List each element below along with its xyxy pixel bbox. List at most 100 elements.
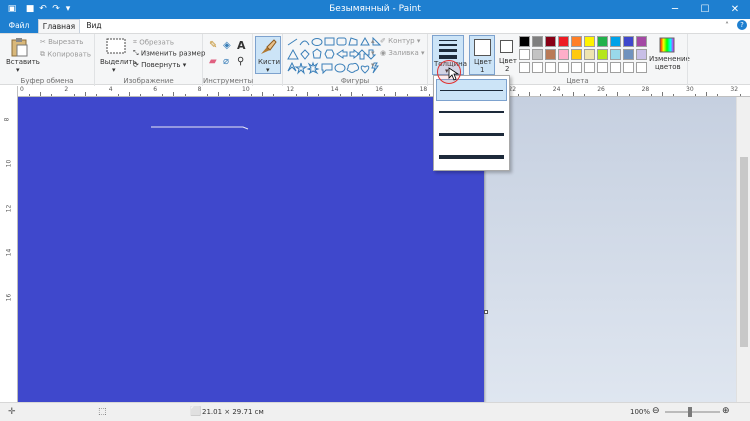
ruler-left-label: 14 [5, 248, 13, 257]
shapes-expand-icon[interactable]: ▾ [371, 61, 375, 69]
size-option-8px[interactable] [436, 148, 507, 170]
window-title: Безымянный - Paint [329, 4, 421, 14]
select-rectangle-icon [106, 38, 126, 54]
paste-button[interactable]: Вставить ▾ [3, 36, 40, 74]
clipboard-group: Вставить ▾ ✂ Вырезать ⧉ Копировать Буфер… [0, 34, 95, 86]
tab-home[interactable]: Главная [38, 19, 80, 33]
ruler-top-label: 6 [153, 86, 158, 93]
tab-file[interactable]: Файл [0, 19, 38, 33]
zoom-slider-track[interactable] [665, 411, 720, 413]
fill-button[interactable]: ◉ Заливка ▾ [380, 49, 425, 57]
ruler-top-label: 0 [20, 86, 24, 93]
crop-label: Обрезать [139, 38, 174, 47]
cursor-position-icon: ✛ [8, 407, 16, 417]
ruler-top-label: 12 [286, 86, 295, 93]
fill-icon: ◉ [380, 49, 387, 57]
fill-bucket-icon[interactable]: ◈ [223, 40, 231, 51]
brush-icon [261, 39, 277, 54]
mouse-pointer-icon [448, 67, 460, 81]
brushes-group: Кисти ▾ [253, 34, 283, 86]
select-dropdown-icon: ▾ [112, 66, 116, 74]
size-line-thickest [439, 55, 457, 59]
zoom-level: 100% [630, 408, 651, 416]
image-group: Выделить ▾ ⌗ Обрезать ⤡ Изменить размер … [95, 34, 205, 86]
ruler-top-label: 14 [330, 86, 339, 93]
crop-button[interactable]: ⌗ Обрезать [133, 38, 174, 47]
clipboard-group-label: Буфер обмена [20, 77, 74, 85]
outline-button[interactable]: ✐ Контур ▾ [380, 37, 420, 45]
scissors-icon: ✂ [40, 38, 46, 46]
image-size-icon: ⬜ [190, 407, 202, 417]
tab-view[interactable]: Вид [80, 19, 108, 33]
outline-label: Контур [388, 37, 415, 45]
copy-button[interactable]: ⧉ Копировать [40, 50, 91, 59]
help-icon[interactable]: ? [737, 20, 747, 30]
fill-label: Заливка [388, 49, 419, 57]
workspace [18, 97, 736, 402]
size-option-3px[interactable] [436, 102, 507, 124]
ruler-top-label: 26 [597, 86, 605, 93]
pencil-icon[interactable]: ✎ [209, 40, 217, 51]
text-icon[interactable]: A [237, 39, 246, 52]
shapes-scroll-up-icon[interactable]: ▴ [371, 37, 375, 45]
ruler-top-label: 32 [730, 86, 739, 93]
crop-icon: ⌗ [133, 38, 137, 46]
minimize-button[interactable]: ─ [660, 0, 690, 19]
rotate-button[interactable]: ⟳ Повернуть ▾ [133, 61, 186, 69]
shapes-group-label: Фигуры [340, 77, 370, 85]
color-picker-icon[interactable]: ⌀ [223, 56, 229, 67]
brushes-label: Кисти [258, 58, 280, 66]
copy-icon: ⧉ [40, 50, 45, 58]
shapes-group: ▴ ▾ ▾ ✐ Контур ▾ ◉ Заливка ▾ Фигуры [283, 34, 428, 86]
rotate-label: Повернуть [141, 61, 181, 69]
cut-label: Вырезать [48, 38, 84, 46]
ruler-left-label: 8 [3, 117, 11, 122]
ruler-top-label: 2 [64, 86, 69, 93]
vertical-ruler: 8 10 12 14 16 [0, 86, 18, 402]
ruler-top-label: 18 [419, 86, 428, 93]
ruler-top-label: 8 [197, 86, 202, 93]
paste-label: Вставить [6, 58, 40, 66]
shapes-scroll-down-icon[interactable]: ▾ [371, 49, 375, 57]
ruler-top-label: 16 [375, 86, 383, 93]
maximize-button[interactable]: ☐ [690, 0, 720, 19]
close-button[interactable]: ✕ [720, 0, 750, 19]
ruler-top-label: 28 [641, 86, 650, 93]
ruler-top-label: 10 [242, 86, 250, 93]
ruler-left-label: 16 [5, 293, 13, 301]
drawing-canvas[interactable] [18, 97, 484, 402]
vertical-scrollbar[interactable] [736, 97, 750, 402]
tools-group: ✎ ◈ A ▰ ⌀ ⚲ Инструменты [203, 34, 253, 86]
title-bar: ▣ ■ ↶ ↷ ▾ Безымянный - Paint ─ ☐ ✕ [0, 0, 750, 19]
collapse-ribbon-icon[interactable]: ˄ [725, 21, 729, 30]
ribbon: Вставить ▾ ✂ Вырезать ⧉ Копировать Буфер… [0, 33, 750, 86]
size-option-5px[interactable] [436, 125, 507, 147]
resize-button[interactable]: ⤡ Изменить размер [133, 49, 205, 58]
status-bar: ✛ ⬚ ⬜ 21.01 × 29.71 см 100% ⊖ ⊕ [0, 402, 750, 421]
size-line-thick [439, 49, 457, 52]
select-label: Выделить [100, 58, 137, 66]
ruler-left-label: 12 [5, 204, 13, 213]
scrollbar-thumb[interactable] [740, 157, 748, 347]
ruler-left-label: 10 [5, 160, 13, 168]
size-dropdown-menu [433, 75, 510, 171]
canvas-resize-handle[interactable] [484, 310, 488, 314]
shapes-gallery[interactable] [287, 37, 382, 77]
selection-size-icon: ⬚ [98, 407, 107, 417]
brushes-button[interactable]: Кисти ▾ [255, 36, 281, 74]
zoom-in-button[interactable]: ⊕ [722, 406, 730, 416]
cut-button[interactable]: ✂ Вырезать [40, 38, 83, 46]
rotate-icon: ⟳ [133, 61, 139, 69]
brushes-dropdown-icon: ▾ [266, 66, 270, 74]
zoom-slider-thumb[interactable] [688, 407, 692, 417]
magnifier-icon[interactable]: ⚲ [237, 56, 244, 67]
copy-label: Копировать [47, 50, 91, 59]
select-button[interactable]: Выделить ▾ [98, 36, 137, 74]
zoom-out-button[interactable]: ⊖ [652, 406, 660, 416]
image-size-text: 21.01 × 29.71 см [202, 408, 264, 416]
size-line-thin [439, 40, 457, 41]
eraser-icon[interactable]: ▰ [209, 56, 217, 67]
paste-icon [11, 38, 28, 57]
resize-label: Изменить размер [140, 49, 206, 58]
tools-group-label: Инструменты [203, 77, 254, 85]
